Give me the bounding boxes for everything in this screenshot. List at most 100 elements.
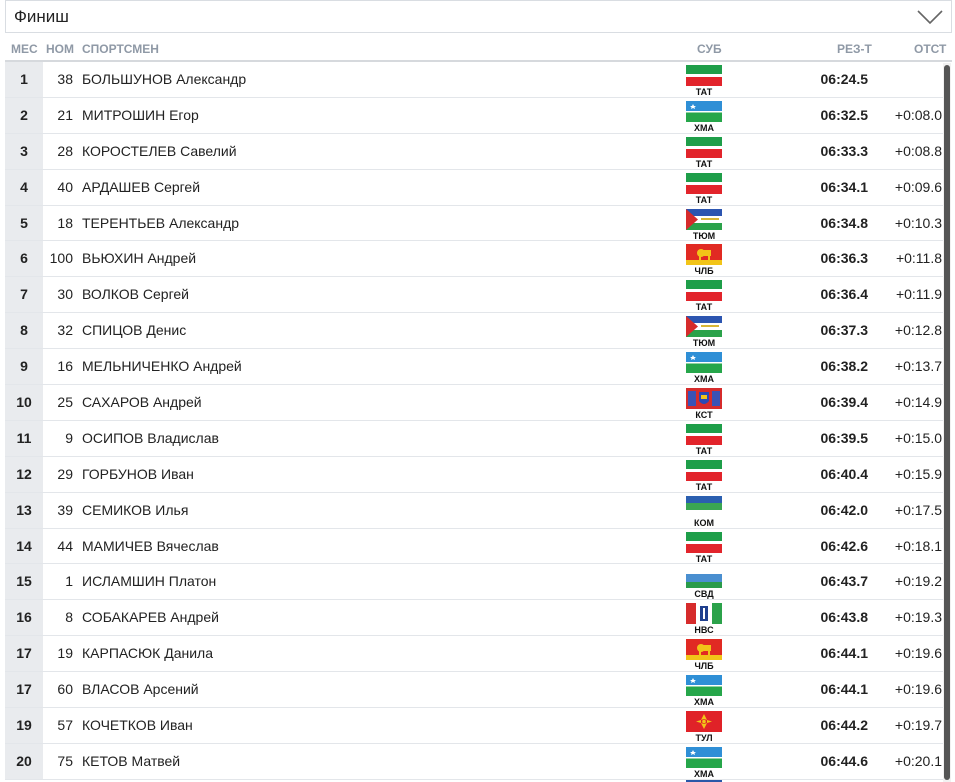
result-cell: 06:34.1 bbox=[820, 178, 868, 195]
table-row[interactable]: 19 57 КОЧЕТКОВ Иван ТУЛ 06:44.2 +0:19.7 bbox=[5, 708, 945, 744]
athlete-name-cell[interactable]: СОБАКАРЕВ Андрей bbox=[82, 600, 219, 635]
bib-cell: 25 bbox=[57, 394, 73, 411]
table-row[interactable]: 11 9 ОСИПОВ Владислав ТАТ 06:39.5 +0:15.0 bbox=[5, 420, 945, 457]
region-flag-icon bbox=[686, 388, 722, 410]
region-code: НВС bbox=[694, 625, 714, 636]
scrollbar-thumb[interactable] bbox=[944, 65, 950, 780]
bib-cell: 44 bbox=[57, 537, 73, 554]
result-cell: 06:38.2 bbox=[820, 358, 868, 375]
gap-cell: +0:12.8 bbox=[894, 322, 942, 339]
table-row[interactable]: 16 8 СОБАКАРЕВ Андрей НВС 06:43.8 +0:19.3 bbox=[5, 600, 945, 637]
result-cell: 06:37.3 bbox=[820, 322, 868, 339]
place-cell: 12 bbox=[5, 456, 43, 492]
table-row[interactable]: 10 25 САХАРОВ Андрей КСТ 06:39.4 +0:14.9 bbox=[5, 385, 945, 421]
athlete-name-cell[interactable]: ВЛАСОВ Арсений bbox=[82, 672, 199, 707]
bib-cell: 29 bbox=[57, 465, 73, 482]
gap-cell: +0:13.7 bbox=[894, 358, 942, 375]
table-row[interactable]: 14 44 МАМИЧЕВ Вячеслав ТАТ 06:42.6 +0:18.1 bbox=[5, 528, 945, 565]
table-row[interactable]: 4 40 АРДАШЕВ Сергей ТАТ 06:34.1 +0:09.6 bbox=[5, 169, 945, 206]
table-row[interactable]: 6 100 ВЬЮХИН Андрей ЧЛБ 06:36.3 +0:11.8 bbox=[5, 241, 945, 278]
bib-cell: 1 bbox=[65, 573, 73, 590]
region-flag-icon bbox=[686, 531, 722, 553]
table-row[interactable]: 7 30 ВОЛКОВ Сергей ТАТ 06:36.4 +0:11.9 bbox=[5, 277, 945, 314]
region-flag-icon bbox=[686, 280, 722, 302]
table-row[interactable]: 9 16 МЕЛЬНИЧЕНКО Андрей ХМА 06:38.2 +0:13.7 bbox=[5, 349, 945, 386]
table-row[interactable]: 8 32 СПИЦОВ Денис ТЮМ 06:37.3 +0:12.8 bbox=[5, 313, 945, 350]
table-row[interactable]: 17 19 КАРПАСЮК Данила ЧЛБ 06:44.1 +0:19.6 bbox=[5, 636, 945, 673]
athlete-name-cell[interactable]: ВОЛКОВ Сергей bbox=[82, 277, 189, 312]
athlete-name-cell[interactable]: КОРОСТЕЛЕВ Савелий bbox=[82, 134, 237, 169]
table-row[interactable]: 3 28 КОРОСТЕЛЕВ Савелий ТАТ 06:33.3 +0:08.8 bbox=[5, 133, 945, 170]
gap-cell: +0:08.0 bbox=[894, 106, 942, 123]
column-header-region[interactable]: СУБ bbox=[697, 42, 722, 56]
athlete-name-cell[interactable]: КАРПАСЮК Данила bbox=[82, 636, 213, 671]
table-row[interactable]: 1 38 БОЛЬШУНОВ Александр ТАТ 06:24.5 bbox=[5, 62, 945, 98]
athlete-name-cell[interactable]: БОЛЬШУНОВ Александр bbox=[82, 62, 246, 97]
athlete-name-cell[interactable]: ИСЛАМШИН Платон bbox=[82, 564, 216, 599]
athlete-name-cell[interactable]: КОЧЕТКОВ Иван bbox=[82, 708, 193, 743]
table-row[interactable]: 20 75 КЕТОВ Матвей ХМА 06:44.6 +0:20.1 bbox=[5, 743, 945, 780]
athlete-name-cell[interactable]: МИТРОШИН Егор bbox=[82, 98, 199, 133]
athlete-name-cell[interactable]: АРДАШЕВ Сергей bbox=[82, 170, 200, 205]
region-cell: ТАТ bbox=[686, 423, 722, 456]
place-cell: 10 bbox=[5, 385, 43, 420]
region-flag-icon bbox=[686, 495, 722, 517]
place-cell: 5 bbox=[5, 205, 43, 241]
result-cell: 06:40.4 bbox=[820, 465, 868, 482]
place-cell: 6 bbox=[5, 241, 43, 277]
column-header-bib[interactable]: НОМ bbox=[46, 42, 74, 56]
region-code: ТАТ bbox=[695, 481, 713, 492]
region-flag-icon bbox=[686, 423, 722, 445]
athlete-name-cell[interactable]: ОСИПОВ Владислав bbox=[82, 421, 219, 456]
region-cell: ЧЛБ bbox=[686, 244, 722, 276]
athlete-name-cell[interactable]: КЕТОВ Матвей bbox=[82, 744, 180, 779]
region-flag-icon bbox=[686, 603, 722, 625]
table-row[interactable]: 5 18 ТЕРЕНТЬЕВ Александр ТЮМ 06:34.8 +0:10.3 bbox=[5, 205, 945, 242]
athlete-name-cell[interactable]: ВЬЮХИН Андрей bbox=[82, 241, 196, 276]
region-code: ХМА bbox=[694, 697, 714, 708]
table-row[interactable]: 2 21 МИТРОШИН Егор ХМА 06:32.5 +0:08.0 bbox=[5, 97, 945, 134]
region-cell: ТАТ bbox=[686, 531, 722, 564]
place-cell: 16 bbox=[5, 600, 43, 636]
result-cell: 06:36.4 bbox=[820, 286, 868, 303]
region-cell: КОМ bbox=[686, 495, 722, 528]
athlete-name-cell[interactable]: СПИЦОВ Денис bbox=[82, 313, 186, 348]
athlete-name-cell[interactable]: ТЕРЕНТЬЕВ Александр bbox=[82, 206, 239, 241]
region-flag-icon bbox=[686, 352, 722, 374]
region-cell: ХМА bbox=[686, 675, 722, 707]
gap-cell: +0:17.5 bbox=[894, 501, 942, 518]
athlete-name-cell[interactable]: СЕМИКОВ Илья bbox=[82, 493, 188, 528]
gap-cell: +0:19.6 bbox=[894, 681, 942, 698]
place-cell: 19 bbox=[5, 708, 43, 743]
table-row[interactable]: 13 39 СЕМИКОВ Илья КОМ 06:42.0 +0:17.5 bbox=[5, 492, 945, 529]
athlete-name-cell[interactable]: МАМИЧЕВ Вячеслав bbox=[82, 529, 219, 564]
place-cell: 17 bbox=[5, 636, 43, 672]
athlete-name-cell[interactable]: МЕЛЬНИЧЕНКО Андрей bbox=[82, 349, 242, 384]
stage-select[interactable]: Финиш bbox=[5, 0, 952, 33]
scrollbar[interactable] bbox=[943, 63, 951, 782]
table-row[interactable]: 12 29 ГОРБУНОВ Иван ТАТ 06:40.4 +0:15.9 bbox=[5, 456, 945, 493]
athlete-name-cell[interactable]: САХАРОВ Андрей bbox=[82, 385, 202, 420]
results-table-body: 1 38 БОЛЬШУНОВ Александр ТАТ 06:24.5 2 21 МИТРО… bbox=[5, 62, 945, 780]
region-flag-icon bbox=[686, 675, 722, 697]
result-cell: 06:44.2 bbox=[820, 717, 868, 734]
place-cell: 3 bbox=[5, 133, 43, 169]
bib-cell: 75 bbox=[57, 752, 73, 769]
table-row[interactable]: 17 60 ВЛАСОВ Арсений ХМА 06:44.1 +0:19.6 bbox=[5, 672, 945, 709]
region-cell: ХМА bbox=[686, 746, 722, 779]
region-code: ТАТ bbox=[695, 194, 713, 205]
table-row[interactable]: 15 1 ИСЛАМШИН Платон СВД 06:43.7 +0:19.2 bbox=[5, 564, 945, 601]
place-cell: 4 bbox=[5, 169, 43, 205]
result-cell: 06:39.5 bbox=[820, 429, 868, 446]
region-code: ТАТ bbox=[695, 87, 713, 97]
chevron-down-icon[interactable] bbox=[917, 9, 943, 25]
result-cell: 06:39.4 bbox=[820, 394, 868, 411]
column-header-gap[interactable]: ОТСТ bbox=[914, 42, 946, 56]
column-header-athlete[interactable]: СПОРТСМЕН bbox=[82, 42, 159, 56]
place-cell: 14 bbox=[5, 528, 43, 564]
column-header-place[interactable]: МЕС bbox=[11, 42, 38, 56]
bib-cell: 40 bbox=[57, 178, 73, 195]
column-header-result[interactable]: РЕЗ-Т bbox=[837, 42, 872, 56]
athlete-name-cell[interactable]: ГОРБУНОВ Иван bbox=[82, 457, 194, 492]
place-cell: 13 bbox=[5, 492, 43, 528]
